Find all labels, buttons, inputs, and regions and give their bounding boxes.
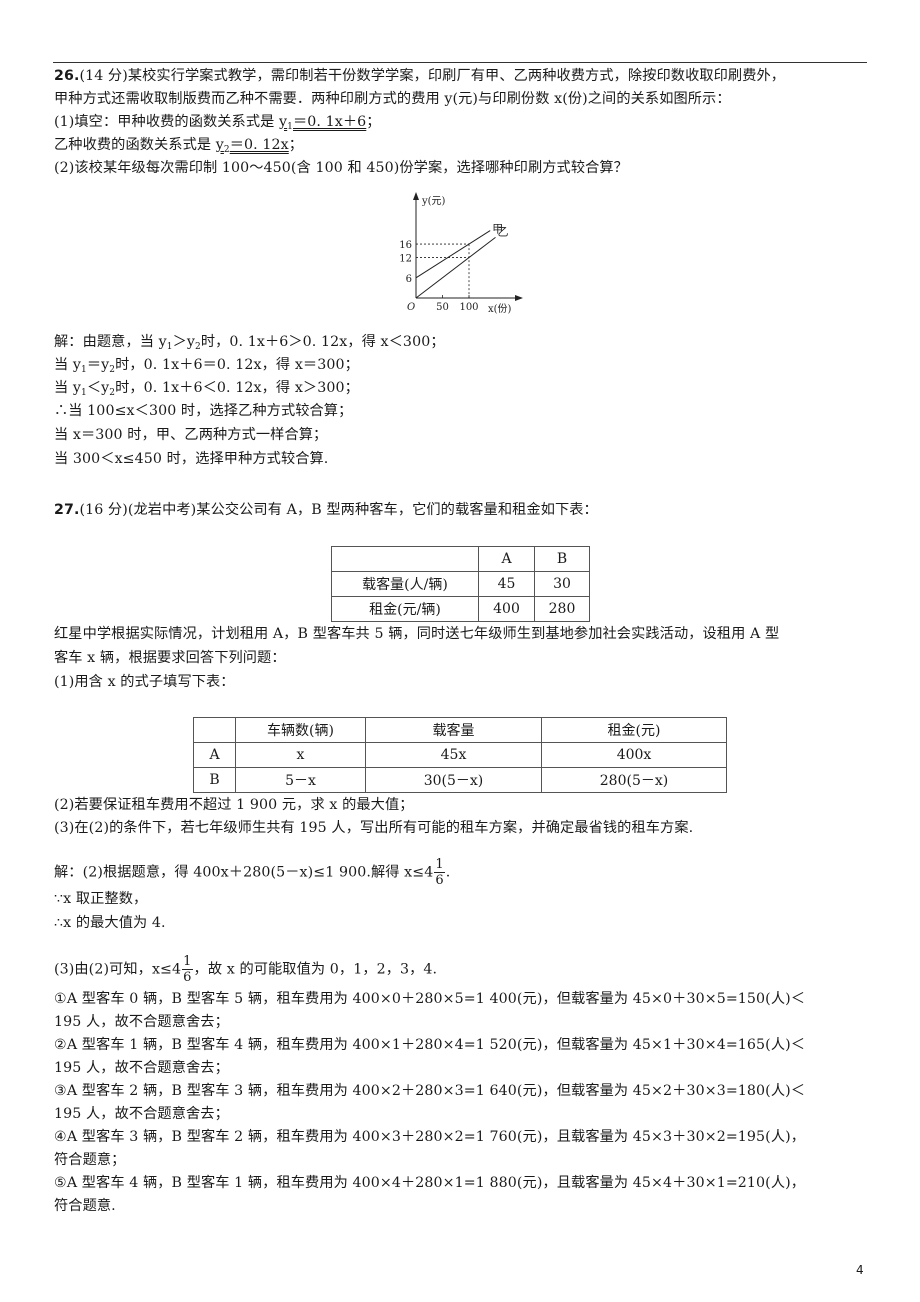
q26-solution-line: 当 y1＝y2时，0. 1x＋6＝0. 12x，得 x＝300； (54, 357, 359, 375)
q27-number: 27. (54, 502, 80, 518)
bus-spec-table: A B 载客量(人/辆) 45 30 租金(元/辆) 400 280 (331, 546, 590, 622)
q26-number: 26. (54, 68, 80, 84)
cost-chart: 甲乙6121650 100Oy(元)x(份) (399, 192, 523, 315)
q27-solution-line: ∴x 的最大值为 4. (54, 915, 166, 931)
expression-table: 车辆数(辆) 载客量 租金(元) A x 45x 400x B 5－x 30(5… (193, 717, 727, 793)
q27-line4: (1)用含 x 的式子填写下表： (54, 674, 235, 690)
x-axis-arrow (515, 295, 523, 301)
table-row: A x 45x 400x (193, 742, 727, 768)
case-line: 195 人，故不合题意舍去； (54, 1014, 229, 1030)
case-line: ③A 型客车 2 辆，B 型客车 3 辆，租车费用为 400×2＋280×3=1… (54, 1083, 806, 1099)
y-tick-label: 12 (399, 254, 412, 265)
q27-solution-line: 解：(2)根据题意，得 400x＋280(5－x)≤1 900.解得 x≤4 1 6… (54, 857, 451, 888)
fraction: 16 (182, 954, 193, 985)
series-label: 乙 (498, 225, 509, 238)
q26-solution-line: 当 y1＜y2时，0. 1x＋6＜0. 12x，得 x＞300； (54, 380, 359, 398)
q27-part2: (2)若要保证租车费用不超过 1 900 元，求 x 的最大值； (54, 797, 414, 813)
x-axis-label: x(份) (488, 303, 512, 315)
q26-line2: 甲种方式还需收取制版费而乙种不需要．两种印刷方式的费用 y(元)与印刷份数 x(… (54, 91, 731, 107)
y-tick-label: 16 (399, 240, 412, 251)
q26-solution-line: 当 300＜x≤450 时，选择甲种方式较合算. (54, 451, 329, 467)
case-line: ①A 型客车 0 辆，B 型客车 5 辆，租车费用为 400×0＋280×5=1… (54, 991, 806, 1007)
q26-part1b: 乙种收费的函数关系式是 y2＝0. 12x； (54, 137, 304, 155)
case-line: 符合题意； (54, 1152, 126, 1168)
case-line: 195 人，故不合题意舍去； (54, 1060, 229, 1076)
table-row: 车辆数(辆) 载客量 租金(元) (193, 717, 727, 743)
q27-line1: 27.(16 分)(龙岩中考)某公交公司有 A，B 型两种客车，它们的载客量和租… (54, 502, 598, 518)
answer-y2: y2＝0. 12x (215, 137, 289, 155)
q27-solution-line: ∵x 取正整数， (54, 891, 148, 907)
table-row: 租金(元/辆) 400 280 (331, 596, 590, 622)
page-number: 4 (856, 1263, 864, 1277)
q26-line1: 26.(14 分)某校实行学案式教学，需印制若干份数学学案，印刷厂有甲、乙两种收… (54, 68, 786, 84)
q26-part2: (2)该校某年级每次需印制 100～450(含 100 和 450)份学案，选择… (54, 160, 628, 176)
q27-solution-line: (3)由(2)可知，x≤4 1 6 ，故 x 的可能取值为 0，1，2，3，4. (54, 954, 438, 985)
x-tick-label: 100 (459, 302, 478, 313)
case-line: ④A 型客车 3 辆，B 型客车 2 辆，租车费用为 400×3＋280×2=1… (54, 1129, 806, 1145)
x-tick-label: 50 (436, 302, 449, 313)
q26-solution-line: 当 x＝300 时，甲、乙两种方式一样合算； (54, 427, 328, 443)
top-rule (53, 62, 867, 63)
y-tick-label: 6 (406, 274, 412, 285)
case-line: ⑤A 型客车 4 辆，B 型客车 1 辆，租车费用为 400×4＋280×1=1… (54, 1175, 806, 1191)
table-row: B 5－x 30(5－x) 280(5－x) (193, 767, 727, 793)
case-line: ②A 型客车 1 辆，B 型客车 4 辆，租车费用为 400×1＋280×4=1… (54, 1037, 806, 1053)
y-axis-label: y(元) (421, 196, 446, 207)
q27-part3: (3)在(2)的条件下，若七年级师生共有 195 人，写出所有可能的租车方案，并… (54, 820, 694, 836)
q26-solution-line: 解：由题意，当 y1＞y2时，0. 1x＋6＞0. 12x，得 x＜300； (54, 334, 445, 352)
q27-line3: 客车 x 辆，根据要求回答下列问题： (54, 650, 286, 666)
table-row: A B (331, 546, 590, 572)
y-axis-arrow (413, 192, 419, 200)
q26-solution-line: ∴当 100≤x＜300 时，选择乙种方式较合算； (54, 403, 353, 419)
q26-part1: (1)填空：甲种收费的函数关系式是 y1＝0. 1x＋6； (54, 114, 381, 132)
case-line: 符合题意. (54, 1198, 116, 1214)
answer-y1: y1＝0. 1x＋6 (279, 114, 367, 132)
case-line: 195 人，故不合题意舍去； (54, 1106, 229, 1122)
origin-label: O (407, 302, 415, 313)
table-row: 载客量(人/辆) 45 30 (331, 571, 590, 597)
fraction: 16 (434, 857, 445, 888)
series-line-jia (415, 230, 491, 279)
q27-line2: 红星中学根据实际情况，计划租用 A，B 型客车共 5 辆，同时送七年级师生到基地… (54, 626, 780, 642)
series-line-yi (415, 236, 496, 299)
